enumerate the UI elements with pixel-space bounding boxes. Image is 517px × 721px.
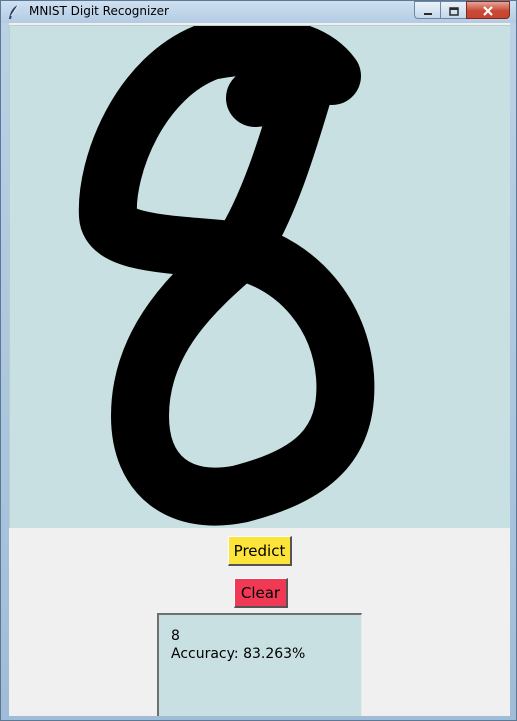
title-bar[interactable]: MNIST Digit Recognizer — [1, 1, 516, 23]
drawing-canvas[interactable] — [9, 25, 510, 528]
predicted-digit: 8 — [171, 628, 180, 644]
app-window: MNIST Digit Recognizer Predict Clear 8 A… — [0, 0, 517, 721]
minimize-button[interactable] — [414, 1, 440, 19]
close-icon — [482, 1, 494, 20]
accuracy-text: Accuracy: 83.263% — [171, 646, 306, 662]
feather-icon — [7, 4, 21, 20]
result-display: 8 Accuracy: 83.263% — [157, 613, 362, 716]
client-area: Predict Clear 8 Accuracy: 83.263% — [9, 23, 510, 716]
predict-button[interactable]: Predict — [228, 536, 292, 566]
close-button[interactable] — [466, 1, 510, 19]
maximize-button[interactable] — [440, 1, 466, 19]
clear-button[interactable]: Clear — [234, 578, 288, 608]
maximize-icon — [448, 1, 459, 20]
caption-buttons — [414, 1, 510, 19]
window-title: MNIST Digit Recognizer — [29, 4, 169, 18]
digit-drawing — [78, 26, 375, 526]
digit-stroke — [78, 26, 375, 526]
minimize-icon — [423, 1, 433, 20]
